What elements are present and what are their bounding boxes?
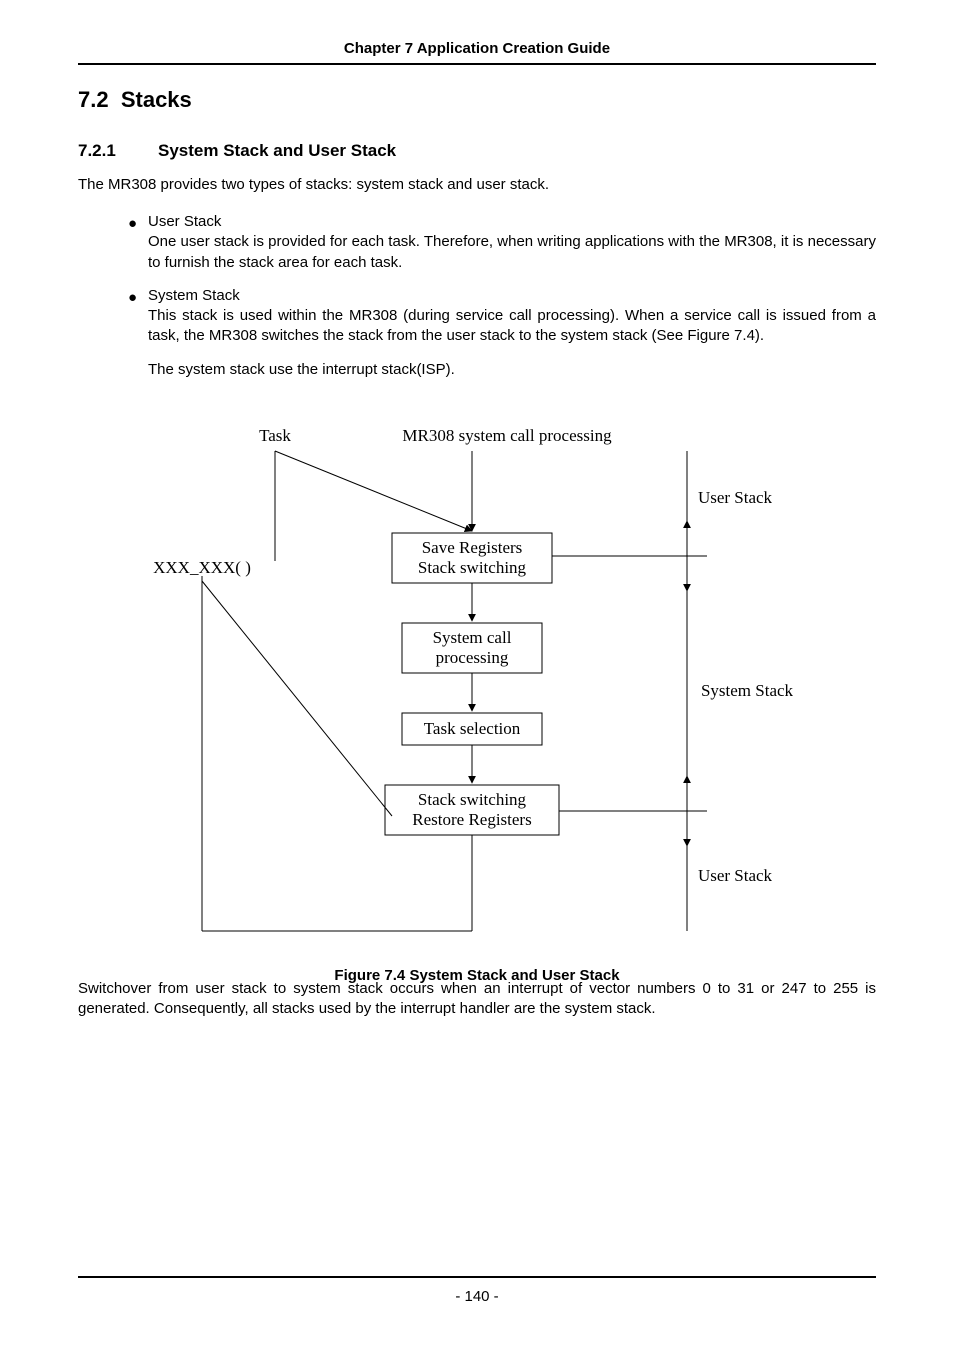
subsection-heading: 7.2.1System Stack and User Stack [78,141,876,161]
bullet-body: One user stack is provided for each task… [148,232,876,273]
section-heading: 7.2 Stacks [78,87,876,113]
diagram-box4-line1: Stack switching [418,790,527,809]
diagram-box1-line2: Stack switching [418,558,527,577]
diagram-label-processing-title: MR308 system call processing [402,426,612,445]
diagram-box2-line2: processing [436,648,509,667]
diagram-box3: Task selection [424,719,521,738]
running-header: Chapter 7 Application Creation Guide [78,40,876,65]
subsection-title: System Stack and User Stack [158,141,396,160]
bullet-title: System Stack [148,287,876,304]
bullet-list: ● User Stack One user stack is provided … [78,213,876,380]
bullet-icon: ● [128,215,137,232]
page-footer: - 140 - [78,1276,876,1305]
bullet-body: This stack is used within the MR308 (dur… [148,306,876,347]
closing-paragraph: Switchover from user stack to system sta… [78,979,876,1020]
diagram-label-call: XXX_XXX( ) [153,558,251,577]
page-number: - 140 - [455,1288,498,1305]
list-item: ● User Stack One user stack is provided … [78,213,876,273]
intro-paragraph: The MR308 provides two types of stacks: … [78,175,876,195]
bullet-extra: The system stack use the interrupt stack… [148,360,876,380]
diagram-label-user-stack-bottom: User Stack [698,866,773,885]
figure-7-4: Task MR308 system call processing XXX_XX… [78,421,876,961]
diagram-box1-line1: Save Registers [422,538,523,557]
figure-caption: Figure 7.4 System Stack and User Stack [78,967,876,984]
diagram-label-user-stack-top: User Stack [698,488,773,507]
diagram-box2-line1: System call [433,628,512,647]
subsection-number: 7.2.1 [78,141,158,161]
section-number: 7.2 [78,87,109,112]
bullet-icon: ● [128,289,137,306]
bullet-title: User Stack [148,213,876,230]
diagram-box4-line2: Restore Registers [412,810,531,829]
list-item: ● System Stack This stack is used within… [78,287,876,381]
diagram-label-system-stack: System Stack [701,681,794,700]
section-title: Stacks [121,87,192,112]
diagram-label-task: Task [259,426,291,445]
